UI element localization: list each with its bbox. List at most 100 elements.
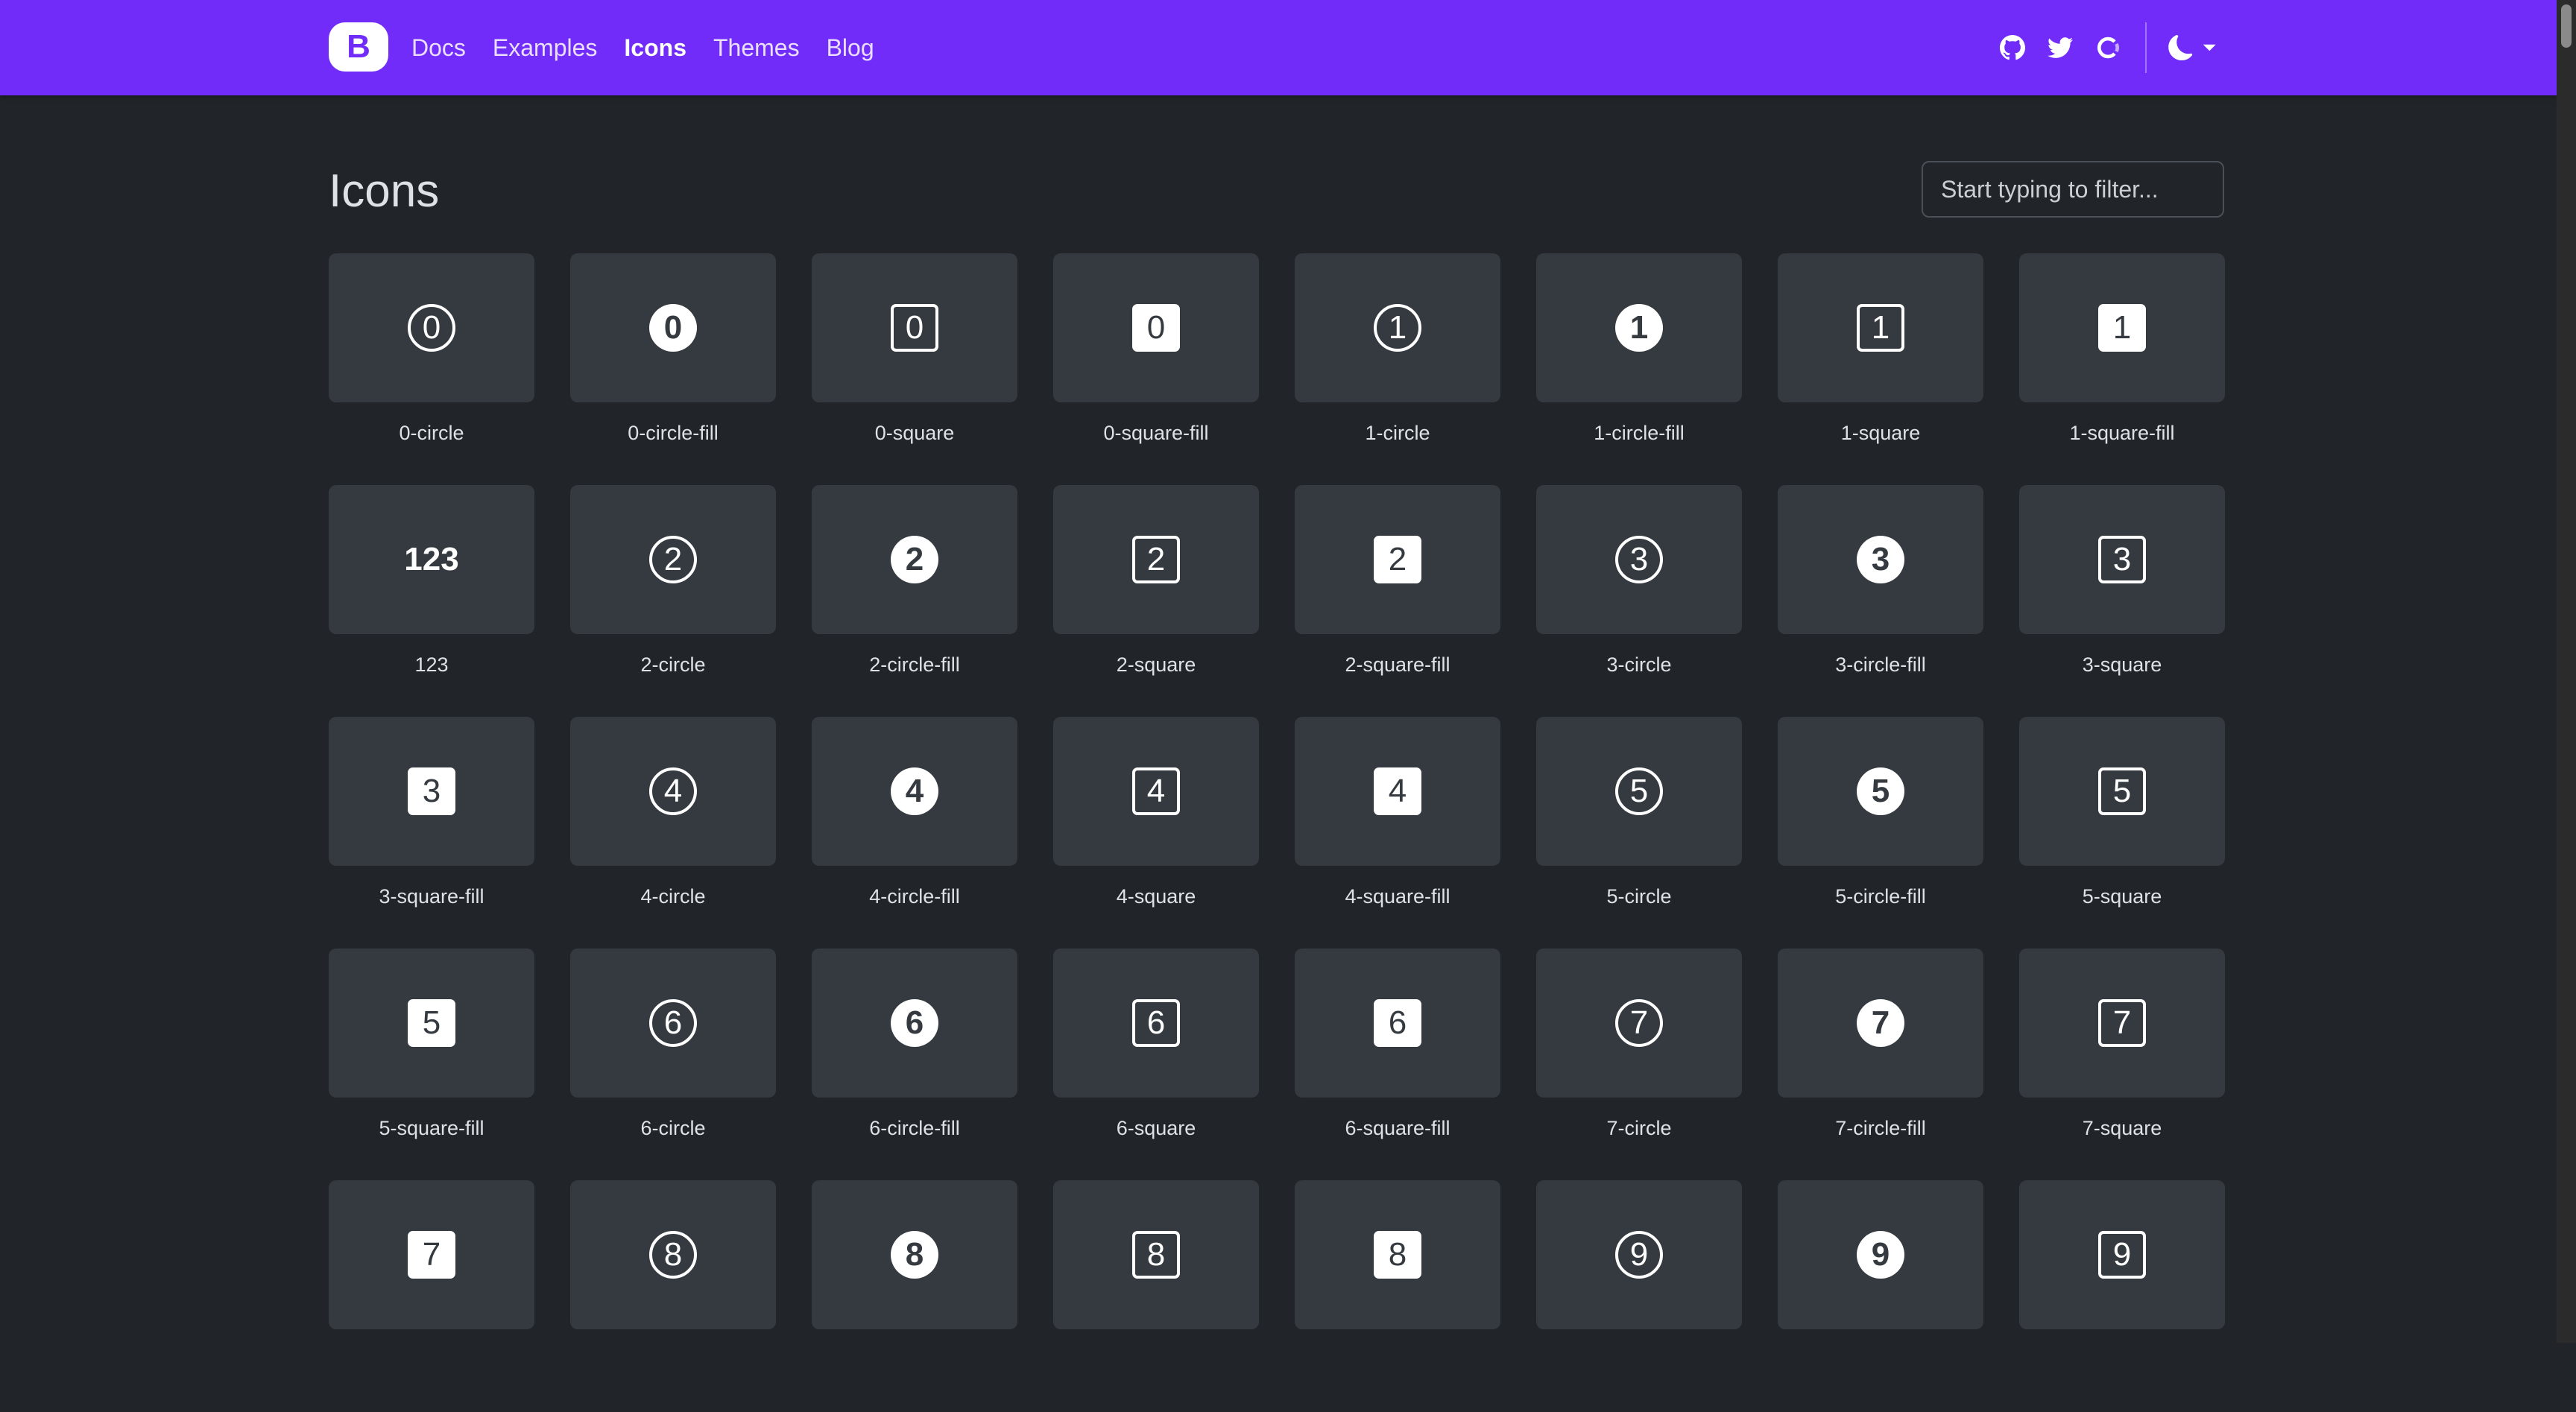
icon-label[interactable]: 7-square <box>2019 1117 2225 1140</box>
bootstrap-logo[interactable]: B <box>329 22 388 72</box>
icon-card[interactable]: 5 5-circle-fill <box>1778 717 1983 949</box>
icon-label[interactable]: 1-square <box>1778 422 1983 445</box>
icon-label[interactable]: 3-circle-fill <box>1778 653 1983 677</box>
icon-card[interactable]: 5 5-circle <box>1536 717 1742 949</box>
icon-card[interactable]: 4 4-circle <box>570 717 776 949</box>
icon-label[interactable]: 3-square <box>2019 653 2225 677</box>
icon-card[interactable]: 9 <box>1778 1180 1983 1412</box>
icon-card[interactable]: 7 7-circle <box>1536 949 1742 1180</box>
icon-preview-tile[interactable]: 5 <box>329 949 534 1098</box>
icon-card[interactable]: 3 3-square <box>2019 485 2225 717</box>
icon-preview-tile[interactable]: 6 <box>1053 949 1259 1098</box>
opencollective-icon[interactable] <box>2094 34 2121 61</box>
icon-preview-tile[interactable]: 5 <box>1778 717 1983 866</box>
icon-preview-tile[interactable]: 7 <box>1536 949 1742 1098</box>
icon-preview-tile[interactable]: 4 <box>812 717 1017 866</box>
icon-card[interactable]: 5 5-square <box>2019 717 2225 949</box>
icon-card[interactable]: 6 6-square <box>1053 949 1259 1180</box>
icon-preview-tile[interactable]: 6 <box>570 949 776 1098</box>
icon-card[interactable]: 0 0-circle <box>329 253 534 485</box>
icon-label[interactable]: 4-square <box>1053 885 1259 908</box>
icon-card[interactable]: 1 1-square <box>1778 253 1983 485</box>
icon-card[interactable]: 2 2-circle <box>570 485 776 717</box>
icon-card[interactable]: 0 0-square-fill <box>1053 253 1259 485</box>
icon-label[interactable]: 7-circle-fill <box>1778 1117 1983 1140</box>
icon-preview-tile[interactable]: 2 <box>570 485 776 634</box>
icon-preview-tile[interactable]: 3 <box>1778 485 1983 634</box>
icon-card[interactable]: 4 4-circle-fill <box>812 717 1017 949</box>
icon-card[interactable]: 8 <box>1053 1180 1259 1412</box>
icon-card[interactable]: 8 <box>1295 1180 1500 1412</box>
icon-label[interactable]: 0-square <box>812 422 1017 445</box>
icon-label[interactable]: 2-square <box>1053 653 1259 677</box>
icon-preview-tile[interactable]: 1 <box>2019 253 2225 402</box>
twitter-icon[interactable] <box>2047 34 2074 61</box>
icon-label[interactable]: 123 <box>329 653 534 677</box>
icon-card[interactable]: 0 0-circle-fill <box>570 253 776 485</box>
icon-preview-tile[interactable]: 2 <box>1295 485 1500 634</box>
icon-card[interactable]: 1 1-circle <box>1295 253 1500 485</box>
icon-label[interactable]: 6-circle-fill <box>812 1117 1017 1140</box>
nav-link-docs[interactable]: Docs <box>411 30 466 66</box>
icon-preview-tile[interactable]: 3 <box>329 717 534 866</box>
page-scrollbar[interactable] <box>2557 0 2576 1343</box>
icon-label[interactable]: 2-circle-fill <box>812 653 1017 677</box>
icon-preview-tile[interactable]: 3 <box>1536 485 1742 634</box>
icon-label[interactable]: 1-circle-fill <box>1536 422 1742 445</box>
icon-preview-tile[interactable]: 7 <box>329 1180 534 1329</box>
icon-label[interactable]: 6-square <box>1053 1117 1259 1140</box>
icon-card[interactable]: 7 <box>329 1180 534 1412</box>
icon-preview-tile[interactable]: 0 <box>1053 253 1259 402</box>
icon-filter-input[interactable] <box>1922 161 2224 218</box>
icon-preview-tile[interactable]: 6 <box>812 949 1017 1098</box>
icon-label[interactable]: 5-circle <box>1536 885 1742 908</box>
icon-label[interactable]: 0-square-fill <box>1053 422 1259 445</box>
icon-label[interactable]: 1-circle <box>1295 422 1500 445</box>
icon-preview-tile[interactable]: 5 <box>2019 717 2225 866</box>
icon-preview-tile[interactable]: 8 <box>1053 1180 1259 1329</box>
icon-label[interactable]: 5-square <box>2019 885 2225 908</box>
icon-label[interactable]: 0-circle-fill <box>570 422 776 445</box>
github-icon[interactable] <box>1999 34 2026 61</box>
icon-preview-tile[interactable]: 5 <box>1536 717 1742 866</box>
icon-preview-tile[interactable]: 4 <box>570 717 776 866</box>
icon-card[interactable]: 1 1-square-fill <box>2019 253 2225 485</box>
icon-card[interactable]: 3 3-square-fill <box>329 717 534 949</box>
icon-card[interactable]: 4 4-square <box>1053 717 1259 949</box>
icon-card[interactable]: 3 3-circle-fill <box>1778 485 1983 717</box>
icon-preview-tile[interactable]: 8 <box>812 1180 1017 1329</box>
icon-preview-tile[interactable]: 9 <box>2019 1180 2225 1329</box>
icon-label[interactable]: 4-square-fill <box>1295 885 1500 908</box>
icon-label[interactable]: 4-circle <box>570 885 776 908</box>
nav-link-icons[interactable]: Icons <box>624 30 686 66</box>
icon-label[interactable]: 3-circle <box>1536 653 1742 677</box>
icon-preview-tile[interactable]: 3 <box>2019 485 2225 634</box>
theme-toggle-icon[interactable] <box>2168 34 2220 61</box>
icon-card[interactable]: 8 <box>570 1180 776 1412</box>
icon-label[interactable]: 2-square-fill <box>1295 653 1500 677</box>
icon-label[interactable]: 4-circle-fill <box>812 885 1017 908</box>
icon-card[interactable]: 9 <box>1536 1180 1742 1412</box>
icon-preview-tile[interactable]: 1 <box>1295 253 1500 402</box>
icon-preview-tile[interactable]: 4 <box>1295 717 1500 866</box>
icon-card[interactable]: 9 <box>2019 1180 2225 1412</box>
icon-card[interactable]: 4 4-square-fill <box>1295 717 1500 949</box>
icon-preview-tile[interactable]: 7 <box>2019 949 2225 1098</box>
icon-card[interactable]: 6 6-circle-fill <box>812 949 1017 1180</box>
scrollbar-thumb[interactable] <box>2561 4 2572 48</box>
nav-link-blog[interactable]: Blog <box>827 30 874 66</box>
icon-preview-tile[interactable]: 9 <box>1778 1180 1983 1329</box>
icon-label[interactable]: 5-square-fill <box>329 1117 534 1140</box>
icon-card[interactable]: 5 5-square-fill <box>329 949 534 1180</box>
icon-card[interactable]: 3 3-circle <box>1536 485 1742 717</box>
icon-preview-tile[interactable]: 8 <box>1295 1180 1500 1329</box>
icon-label[interactable]: 3-square-fill <box>329 885 534 908</box>
nav-link-examples[interactable]: Examples <box>493 30 598 66</box>
icon-label[interactable]: 0-circle <box>329 422 534 445</box>
icon-label[interactable]: 5-circle-fill <box>1778 885 1983 908</box>
icon-card[interactable]: 6 6-square-fill <box>1295 949 1500 1180</box>
icon-card[interactable]: 6 6-circle <box>570 949 776 1180</box>
icon-preview-tile[interactable]: 8 <box>570 1180 776 1329</box>
icon-preview-tile[interactable]: 2 <box>1053 485 1259 634</box>
icon-card[interactable]: 0 0-square <box>812 253 1017 485</box>
